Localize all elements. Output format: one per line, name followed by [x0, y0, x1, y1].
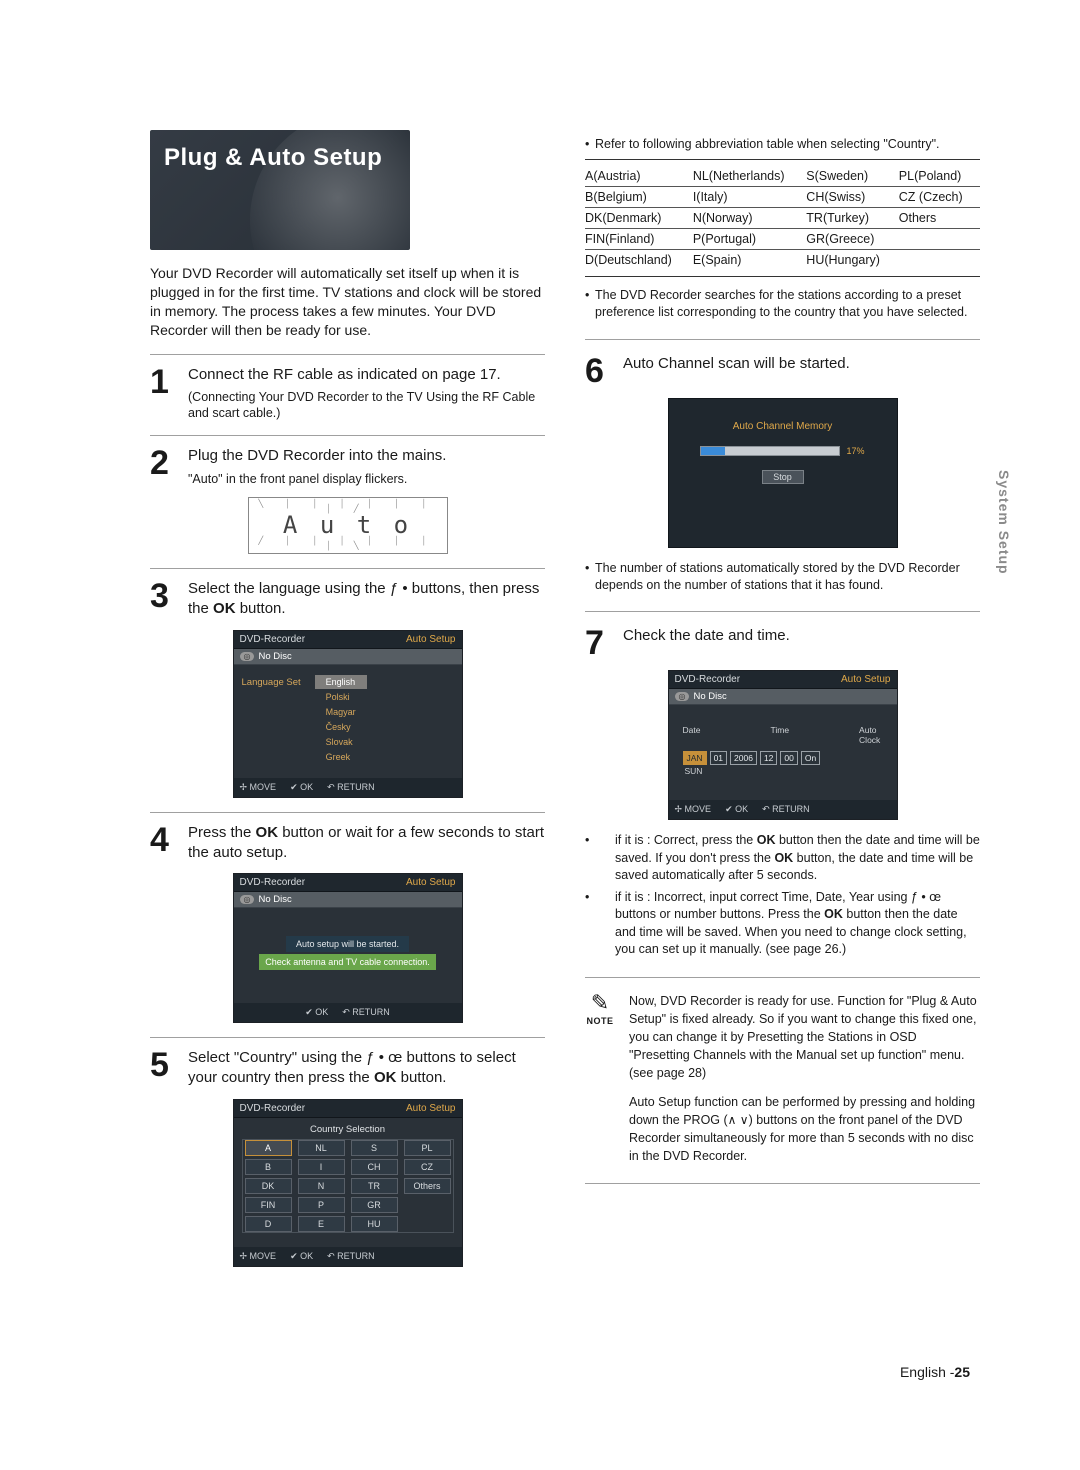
step-number: 5: [150, 1048, 178, 1089]
country-cell: PL: [404, 1140, 451, 1156]
dt-correct-note: if it is : Correct, press the OK button …: [585, 832, 980, 885]
datetime-chip: JAN: [683, 751, 707, 765]
note-block: ✎ NOTE Now, DVD Recorder is ready for us…: [585, 992, 980, 1165]
country-cell: I: [298, 1159, 345, 1175]
country-cell: A: [245, 1140, 292, 1156]
step-4: 4 Press the OK button or wait for a few …: [150, 823, 545, 864]
step-number: 7: [585, 626, 613, 660]
country-cell: CH: [351, 1159, 398, 1175]
language-option: English: [315, 675, 367, 689]
osd-country-select: DVD-RecorderAuto Setup Country Selection…: [233, 1099, 463, 1267]
page-footer: English -25: [900, 1364, 970, 1380]
country-abbreviation-table: A(Austria)NL(Netherlands)S(Sweden)PL(Pol…: [585, 166, 980, 270]
language-option: Slovak: [315, 735, 367, 749]
note-icon: ✎: [585, 992, 615, 1014]
step-2: 2 Plug the DVD Recorder into the mains. …: [150, 446, 545, 487]
osd-channel-scan: Auto Channel Memory 17% Stop: [668, 398, 898, 548]
osd-date-time: DVD-RecorderAuto Setup ◎No Disc Date Tim…: [668, 670, 898, 820]
step-1: 1 Connect the RF cable as indicated on p…: [150, 365, 545, 422]
country-cell: N: [298, 1178, 345, 1194]
language-option: Česky: [315, 720, 367, 734]
country-cell: FIN: [245, 1197, 292, 1213]
datetime-chip: 01: [710, 751, 727, 765]
scan-percent: 17%: [846, 446, 864, 456]
osd-language-select: DVD-RecorderAuto Setup ◎No Disc Language…: [233, 630, 463, 798]
step-7: 7 Check the date and time.: [585, 626, 980, 660]
dt-incorrect-note: if it is : Incorrect, input correct Time…: [585, 889, 980, 959]
prog-chevron-icons: ∧ ∨: [728, 1113, 749, 1127]
country-cell: P: [298, 1197, 345, 1213]
country-cell: E: [298, 1216, 345, 1232]
step-number: 3: [150, 579, 178, 620]
step-5: 5 Select "Country" using the ƒ • œ butto…: [150, 1048, 545, 1089]
front-panel-display: ╲ │ │ │ │ │ │ │ ╱ A u t o ╱ │ │ │ │ │ │ …: [248, 497, 448, 554]
step-number: 4: [150, 823, 178, 864]
language-option: Polski: [315, 690, 367, 704]
language-set-label: Language Set: [242, 675, 301, 688]
note-label: NOTE: [585, 1016, 615, 1026]
step-6: 6 Auto Channel scan will be started.: [585, 354, 980, 388]
step-number: 2: [150, 446, 178, 487]
step-number: 6: [585, 354, 613, 388]
scan-stop-button: Stop: [762, 470, 804, 484]
intro-paragraph: Your DVD Recorder will automatically set…: [150, 264, 545, 340]
osd-autosetup-message: DVD-RecorderAuto Setup ◎No Disc Auto set…: [233, 873, 463, 1023]
country-cell: DK: [245, 1178, 292, 1194]
country-cell: Others: [404, 1178, 451, 1194]
datetime-chip: 00: [780, 751, 797, 765]
preset-list-note: The DVD Recorder searches for the statio…: [585, 287, 980, 321]
step-number: 1: [150, 365, 178, 422]
country-abbrev-note: Refer to following abbreviation table wh…: [585, 136, 980, 153]
step-3: 3 Select the language using the ƒ • butt…: [150, 579, 545, 620]
side-tab: System Setup: [996, 470, 1012, 575]
datetime-chip: On: [801, 751, 820, 765]
datetime-chip: 2006: [730, 751, 757, 765]
country-cell: NL: [298, 1140, 345, 1156]
country-cell: GR: [351, 1197, 398, 1213]
country-cell: TR: [351, 1178, 398, 1194]
language-option: Greek: [315, 750, 367, 764]
section-title-text: Plug & Auto Setup: [164, 144, 382, 172]
country-cell: D: [245, 1216, 292, 1232]
language-option: Magyar: [315, 705, 367, 719]
stations-found-note: The number of stations automatically sto…: [585, 560, 980, 594]
datetime-chip: 12: [760, 751, 777, 765]
country-cell: HU: [351, 1216, 398, 1232]
scan-progress-bar: [700, 446, 840, 456]
country-cell: B: [245, 1159, 292, 1175]
country-cell: CZ: [404, 1159, 451, 1175]
country-cell: S: [351, 1140, 398, 1156]
section-title: Plug & Auto Setup: [150, 130, 410, 250]
